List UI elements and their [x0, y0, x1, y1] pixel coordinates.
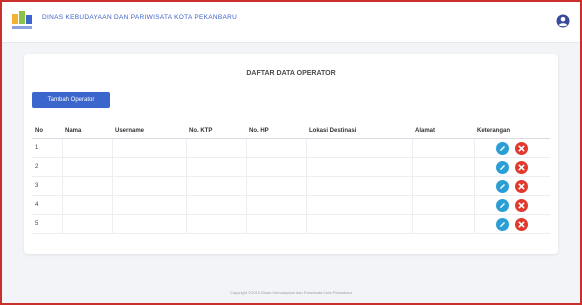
cell-nama	[62, 214, 113, 234]
delete-button[interactable]	[515, 198, 529, 212]
table-row: 1	[32, 138, 550, 158]
city-logo-icon	[12, 11, 32, 29]
delete-button[interactable]	[515, 179, 529, 193]
cell-lokasi-destinasi	[306, 138, 413, 158]
table-row: 3	[32, 176, 550, 196]
edit-button[interactable]	[496, 160, 510, 174]
row-number: 3	[32, 176, 63, 196]
cell-no-hp	[246, 157, 307, 177]
cell-alamat	[412, 157, 475, 177]
row-number: 5	[32, 214, 63, 234]
pencil-icon	[496, 141, 510, 155]
column-header-keterangan: Keterangan	[474, 124, 550, 139]
cell-no-hp	[246, 214, 307, 234]
table-row: 4	[32, 195, 550, 215]
add-operator-button[interactable]: Tambah Operator	[32, 92, 110, 108]
cell-username	[112, 176, 187, 196]
x-icon	[515, 179, 529, 193]
cell-keterangan	[474, 195, 550, 215]
cell-no-hp	[246, 176, 307, 196]
page-footer: Copyright ©2019 Dinas Kebudayaan dan Par…	[229, 290, 353, 295]
cell-username	[112, 214, 187, 234]
cell-lokasi-destinasi	[306, 176, 413, 196]
delete-button[interactable]	[515, 160, 529, 174]
cell-lokasi-destinasi	[306, 195, 413, 215]
column-header-no-ktp: No. KTP	[186, 124, 246, 139]
cell-no-ktp	[186, 176, 247, 196]
pencil-icon	[496, 217, 510, 231]
edit-button[interactable]	[496, 179, 510, 193]
row-number: 4	[32, 195, 63, 215]
x-icon	[515, 160, 529, 174]
cell-nama	[62, 157, 113, 177]
table-row: 2	[32, 157, 550, 177]
cell-username	[112, 195, 187, 215]
row-actions	[478, 217, 548, 231]
cell-alamat	[412, 176, 475, 196]
cell-nama	[62, 195, 113, 215]
delete-button[interactable]	[515, 141, 529, 155]
row-actions	[478, 141, 548, 155]
cell-lokasi-destinasi	[306, 214, 413, 234]
cell-no-ktp	[186, 157, 247, 177]
cell-keterangan	[474, 157, 550, 177]
column-header-no: No	[32, 124, 62, 139]
column-header-lokasi-destinasi: Lokasi Destinasi	[306, 124, 412, 139]
cell-no-ktp	[186, 138, 247, 158]
table-row: 5	[32, 214, 550, 234]
column-header-no-hp: No. HP	[246, 124, 306, 139]
edit-button[interactable]	[496, 141, 510, 155]
row-number: 1	[32, 138, 63, 158]
app-title[interactable]: DINAS KEBUDAYAAN DAN PARIWISATA KOTA PEK…	[42, 14, 237, 21]
cell-nama	[62, 176, 113, 196]
row-number: 2	[32, 157, 63, 177]
operator-table: No Nama Username No. KTP No. HP Lokasi D…	[32, 124, 550, 234]
cell-no-ktp	[186, 214, 247, 234]
cell-lokasi-destinasi	[306, 157, 413, 177]
cell-nama	[62, 138, 113, 158]
cell-alamat	[412, 195, 475, 215]
edit-button[interactable]	[496, 217, 510, 231]
column-header-nama: Nama	[62, 124, 112, 139]
top-navbar: DINAS KEBUDAYAAN DAN PARIWISATA KOTA PEK…	[2, 2, 580, 43]
pencil-icon	[496, 160, 510, 174]
cell-keterangan	[474, 138, 550, 158]
cell-keterangan	[474, 176, 550, 196]
pencil-icon	[496, 179, 510, 193]
cell-keterangan	[474, 214, 550, 234]
page-title: DAFTAR DATA OPERATOR	[246, 70, 336, 77]
delete-button[interactable]	[515, 217, 529, 231]
row-actions	[478, 198, 548, 212]
cell-alamat	[412, 214, 475, 234]
app-window: DINAS KEBUDAYAAN DAN PARIWISATA KOTA PEK…	[0, 0, 582, 305]
x-icon	[515, 141, 529, 155]
row-actions	[478, 160, 548, 174]
cell-alamat	[412, 138, 475, 158]
column-header-username: Username	[112, 124, 186, 139]
cell-no-ktp	[186, 195, 247, 215]
operator-card: DAFTAR DATA OPERATOR Tambah Operator No …	[24, 54, 558, 254]
x-icon	[515, 198, 529, 212]
cell-no-hp	[246, 195, 307, 215]
cell-no-hp	[246, 138, 307, 158]
cell-username	[112, 157, 187, 177]
cell-username	[112, 138, 187, 158]
table-header-row: No Nama Username No. KTP No. HP Lokasi D…	[32, 124, 550, 139]
row-actions	[478, 179, 548, 193]
edit-button[interactable]	[496, 198, 510, 212]
x-icon	[515, 217, 529, 231]
pencil-icon	[496, 198, 510, 212]
column-header-alamat: Alamat	[412, 124, 474, 139]
user-account-icon[interactable]	[556, 14, 570, 28]
